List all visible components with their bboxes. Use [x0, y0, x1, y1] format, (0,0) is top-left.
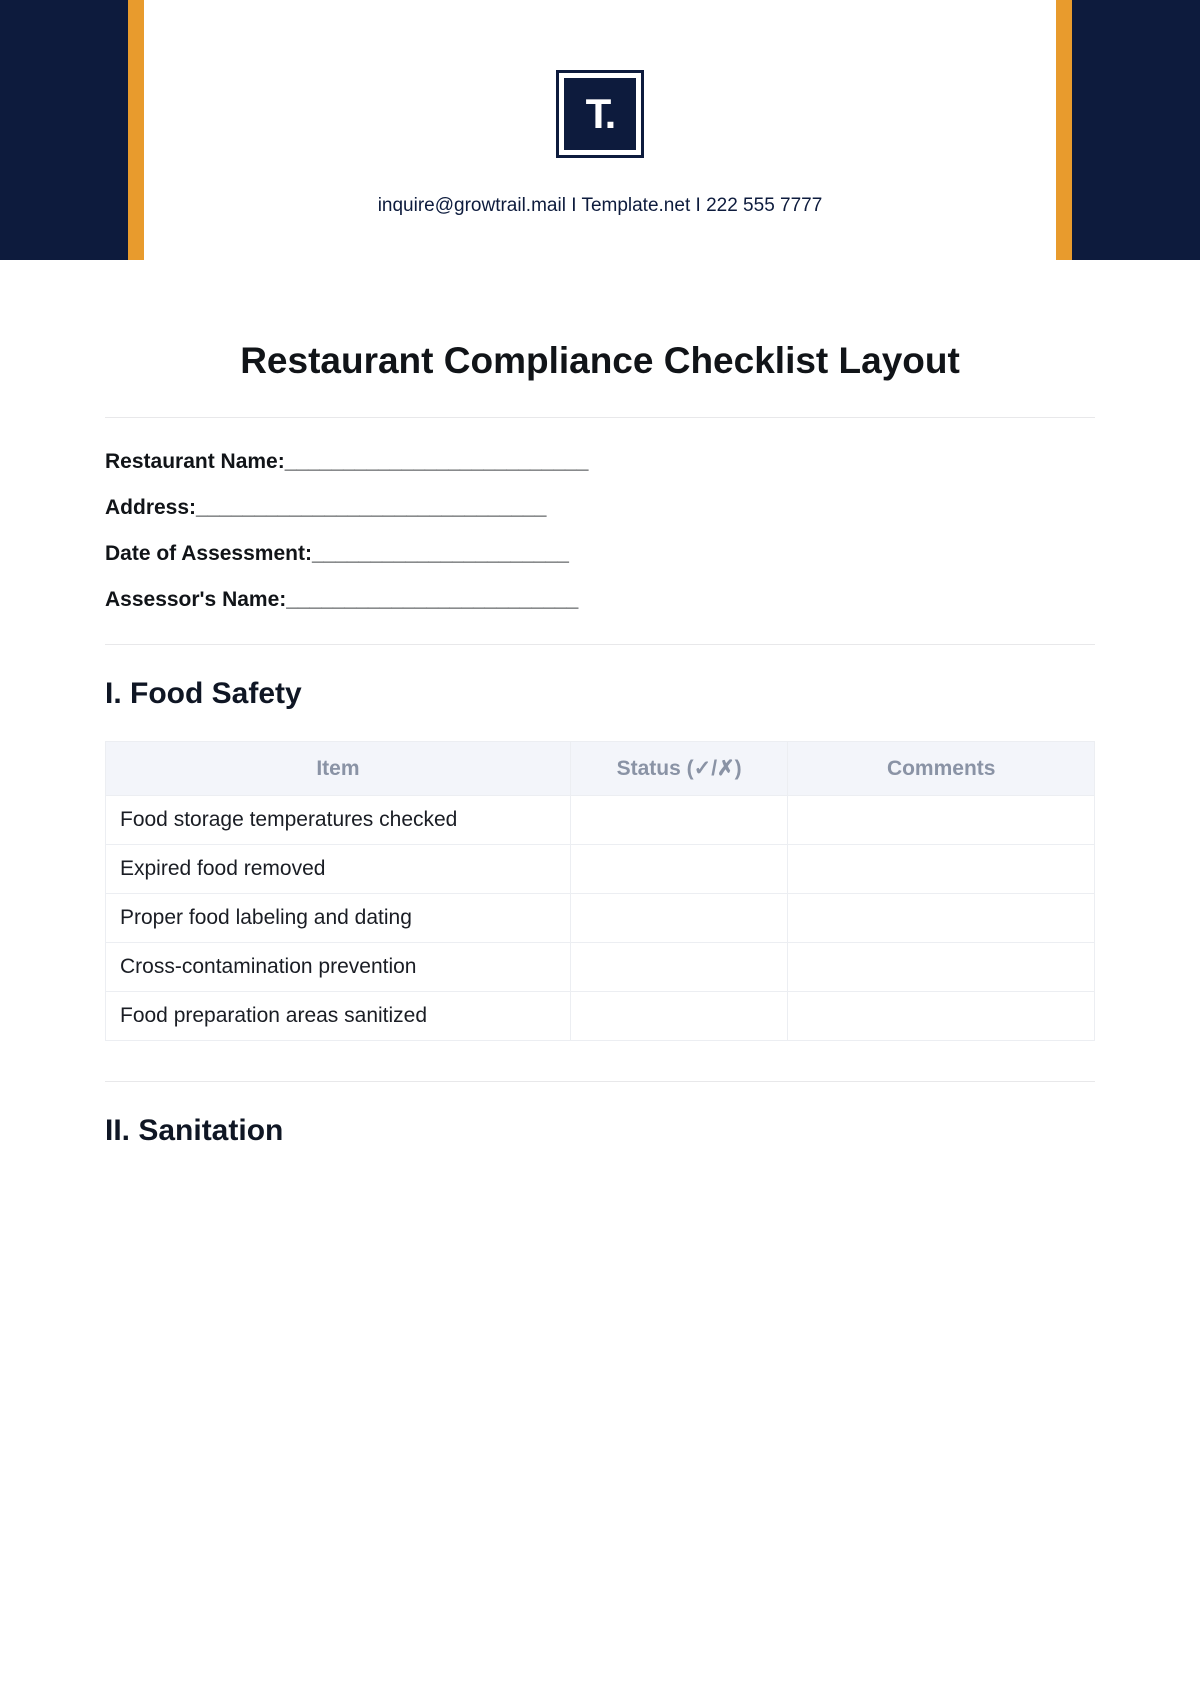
field-address: Address: ______________________________ [105, 496, 1095, 520]
cell-comments[interactable] [788, 943, 1095, 992]
logo-frame: T. [556, 70, 644, 158]
separator: I [566, 195, 582, 216]
header-band: T. inquire@growtrail.mail I Template.net… [0, 0, 1200, 260]
page-title: Restaurant Compliance Checklist Layout [105, 340, 1095, 382]
header-band-left [0, 0, 144, 260]
col-item: Item [106, 742, 571, 796]
cell-status[interactable] [570, 943, 788, 992]
cell-comments[interactable] [788, 845, 1095, 894]
field-line[interactable]: ______________________ [312, 542, 569, 566]
field-line[interactable]: _________________________ [286, 588, 578, 612]
cell-status[interactable] [570, 992, 788, 1041]
cell-status[interactable] [570, 894, 788, 943]
contact-line: inquire@growtrail.mail I Template.net I … [0, 195, 1200, 217]
field-date-of-assessment: Date of Assessment: ____________________… [105, 542, 1095, 566]
field-label: Date of Assessment: [105, 542, 312, 565]
cell-item: Expired food removed [106, 845, 571, 894]
table-row: Proper food labeling and dating [106, 894, 1095, 943]
document-content: Restaurant Compliance Checklist Layout R… [105, 340, 1095, 1178]
separator: I [690, 195, 706, 216]
field-restaurant-name: Restaurant Name: _______________________… [105, 450, 1095, 474]
divider [105, 644, 1095, 645]
cell-item: Cross-contamination prevention [106, 943, 571, 992]
field-label: Restaurant Name: [105, 450, 285, 473]
cell-item: Food storage temperatures checked [106, 796, 571, 845]
header-accent-right [1056, 0, 1072, 260]
col-comments: Comments [788, 742, 1095, 796]
cell-comments[interactable] [788, 894, 1095, 943]
header-accent-left [128, 0, 144, 260]
field-line[interactable]: __________________________ [285, 450, 589, 474]
food-safety-table: Item Status (✓/✗) Comments Food storage … [105, 741, 1095, 1041]
field-label: Address: [105, 496, 196, 519]
contact-email: inquire@growtrail.mail [378, 195, 566, 216]
cell-status[interactable] [570, 845, 788, 894]
cell-item: Proper food labeling and dating [106, 894, 571, 943]
section-heading-food-safety: I. Food Safety [105, 677, 1095, 711]
cell-comments[interactable] [788, 992, 1095, 1041]
field-label: Assessor's Name: [105, 588, 286, 611]
col-status: Status (✓/✗) [570, 742, 788, 796]
field-assessor-name: Assessor's Name: _______________________… [105, 588, 1095, 612]
divider [105, 1081, 1095, 1082]
cell-status[interactable] [570, 796, 788, 845]
logo-icon: T. [564, 78, 636, 150]
divider [105, 417, 1095, 418]
table-row: Expired food removed [106, 845, 1095, 894]
table-row: Cross-contamination prevention [106, 943, 1095, 992]
field-line[interactable]: ______________________________ [196, 496, 546, 520]
table-row: Food preparation areas sanitized [106, 992, 1095, 1041]
cell-comments[interactable] [788, 796, 1095, 845]
contact-phone: 222 555 7777 [706, 195, 822, 216]
form-fields: Restaurant Name: _______________________… [105, 450, 1095, 612]
table-row: Food storage temperatures checked [106, 796, 1095, 845]
cell-item: Food preparation areas sanitized [106, 992, 571, 1041]
section-heading-sanitation: II. Sanitation [105, 1114, 1095, 1148]
table-header-row: Item Status (✓/✗) Comments [106, 742, 1095, 796]
contact-site: Template.net [581, 195, 690, 216]
header-band-right [1056, 0, 1200, 260]
